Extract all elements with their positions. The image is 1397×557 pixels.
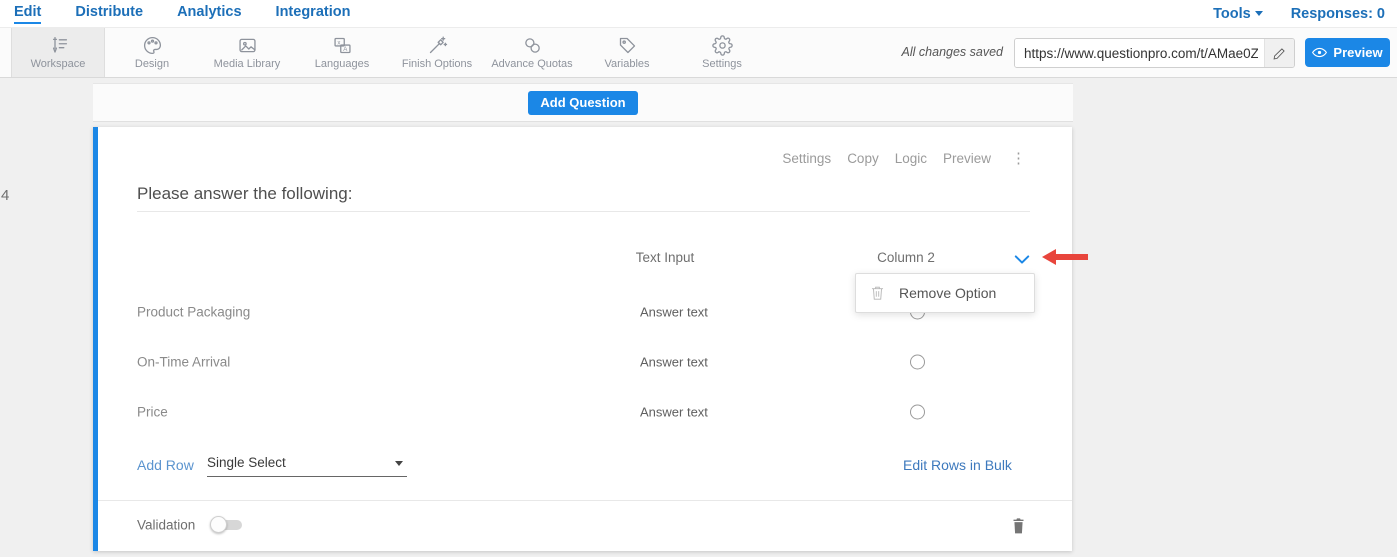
workspace-icon (48, 35, 69, 56)
nav-right: Tools Responses: 0 (1213, 6, 1397, 22)
add-question-button[interactable]: Add Question (528, 91, 637, 115)
add-row-button[interactable]: Add Row (137, 457, 194, 473)
annotation-arrow-icon (1042, 249, 1088, 265)
arrow-tail (1055, 254, 1088, 260)
questionpro-edit-screen: Edit Distribute Analytics Integration To… (0, 0, 1397, 557)
question-card: Settings Copy Logic Preview ⋮ Please ans… (93, 127, 1072, 551)
question-logic-link[interactable]: Logic (895, 151, 927, 166)
answer-text-field[interactable]: Answer text (640, 305, 708, 320)
toolbar-item-finish-options[interactable]: Finish Options (390, 28, 484, 77)
validation-toggle[interactable] (210, 519, 244, 531)
menu-item-remove-option[interactable]: Remove Option (899, 285, 996, 301)
toolbar-label: Finish Options (402, 58, 472, 70)
preview-button[interactable]: Preview (1305, 38, 1390, 67)
edit-url-button[interactable] (1264, 39, 1294, 67)
tab-distribute[interactable]: Distribute (75, 4, 143, 24)
media-library-icon (237, 35, 258, 56)
toolbar-item-advance-quotas[interactable]: Advance Quotas (485, 28, 579, 77)
trash-icon (1011, 517, 1026, 534)
column2-menu-toggle[interactable] (1014, 252, 1030, 270)
validation-label: Validation (137, 518, 195, 533)
finish-options-wand-icon (427, 35, 448, 56)
row-label[interactable]: Product Packaging (137, 305, 250, 320)
question-title[interactable]: Please answer the following: (137, 184, 352, 204)
column-options-menu: Remove Option (855, 273, 1035, 313)
preview-label: Preview (1333, 45, 1382, 60)
arrow-head (1042, 249, 1056, 265)
toolbar-item-media-library[interactable]: Media Library (200, 28, 294, 77)
chevron-down-icon (1014, 254, 1030, 265)
validation-divider (98, 500, 1072, 501)
answer-text-field[interactable]: Answer text (640, 355, 708, 370)
responses-count[interactable]: Responses: 0 (1291, 6, 1385, 22)
toolbar-label: Media Library (214, 58, 281, 70)
row-label[interactable]: On-Time Arrival (137, 355, 230, 370)
top-nav: Edit Distribute Analytics Integration To… (0, 0, 1397, 27)
toolbar-item-workspace[interactable]: Workspace (11, 28, 105, 77)
question-preview-link[interactable]: Preview (943, 151, 991, 166)
languages-icon: xA (332, 35, 353, 56)
variables-tag-icon (617, 35, 638, 56)
toolbar-label: Design (135, 58, 169, 70)
nav-tabs: Edit Distribute Analytics Integration (0, 4, 350, 24)
row-type-value: Single Select (207, 455, 286, 470)
tools-menu[interactable]: Tools (1213, 6, 1263, 22)
toolbar-item-settings[interactable]: Settings (675, 28, 769, 77)
survey-toolbar: Workspace Design Media Library xA Langua… (0, 27, 1397, 78)
toolbar-label: Settings (702, 58, 742, 70)
add-question-strip: Add Question (93, 83, 1073, 122)
eye-icon (1312, 47, 1327, 58)
toolbar-label: Workspace (31, 58, 86, 70)
vertical-dots-icon[interactable]: ⋮ (1007, 151, 1030, 166)
toolbar-label: Variables (604, 58, 649, 70)
advance-quotas-links-icon (522, 35, 543, 56)
column1-header[interactable]: Text Input (636, 250, 695, 265)
radio-button[interactable] (910, 355, 925, 370)
survey-url-box (1014, 38, 1295, 68)
toolbar-label: Advance Quotas (491, 58, 572, 70)
question-number: 4 (1, 187, 9, 204)
edit-rows-in-bulk-button[interactable]: Edit Rows in Bulk (903, 457, 1012, 473)
pencil-icon (1273, 47, 1286, 60)
radio-button[interactable] (910, 405, 925, 420)
title-underline (137, 211, 1030, 212)
toolbar-item-design[interactable]: Design (105, 28, 199, 77)
question-actions: Settings Copy Logic Preview ⋮ (782, 151, 1030, 166)
row-label[interactable]: Price (137, 405, 168, 420)
save-status: All changes saved (902, 45, 1003, 59)
question-active-bar (93, 127, 98, 551)
toggle-knob (210, 516, 227, 533)
row-type-select[interactable]: Single Select (207, 451, 407, 477)
answer-text-field[interactable]: Answer text (640, 405, 708, 420)
toolbar-item-variables[interactable]: Variables (580, 28, 674, 77)
tab-analytics[interactable]: Analytics (177, 4, 241, 24)
toolbar-item-languages[interactable]: xA Languages (295, 28, 389, 77)
toolbar-label: Languages (315, 58, 369, 70)
select-arrow-icon (395, 461, 403, 466)
svg-text:x: x (337, 39, 340, 46)
settings-gear-icon (712, 35, 733, 56)
design-palette-icon (142, 35, 163, 56)
question-settings-link[interactable]: Settings (782, 151, 831, 166)
tab-edit[interactable]: Edit (14, 4, 41, 24)
caret-down-icon (1255, 11, 1263, 16)
delete-question-button[interactable] (1011, 517, 1026, 539)
survey-url-input[interactable] (1015, 39, 1264, 67)
tab-integration[interactable]: Integration (276, 4, 351, 24)
trash-icon (870, 285, 885, 301)
question-copy-link[interactable]: Copy (847, 151, 879, 166)
column2-header[interactable]: Column 2 (877, 250, 935, 265)
